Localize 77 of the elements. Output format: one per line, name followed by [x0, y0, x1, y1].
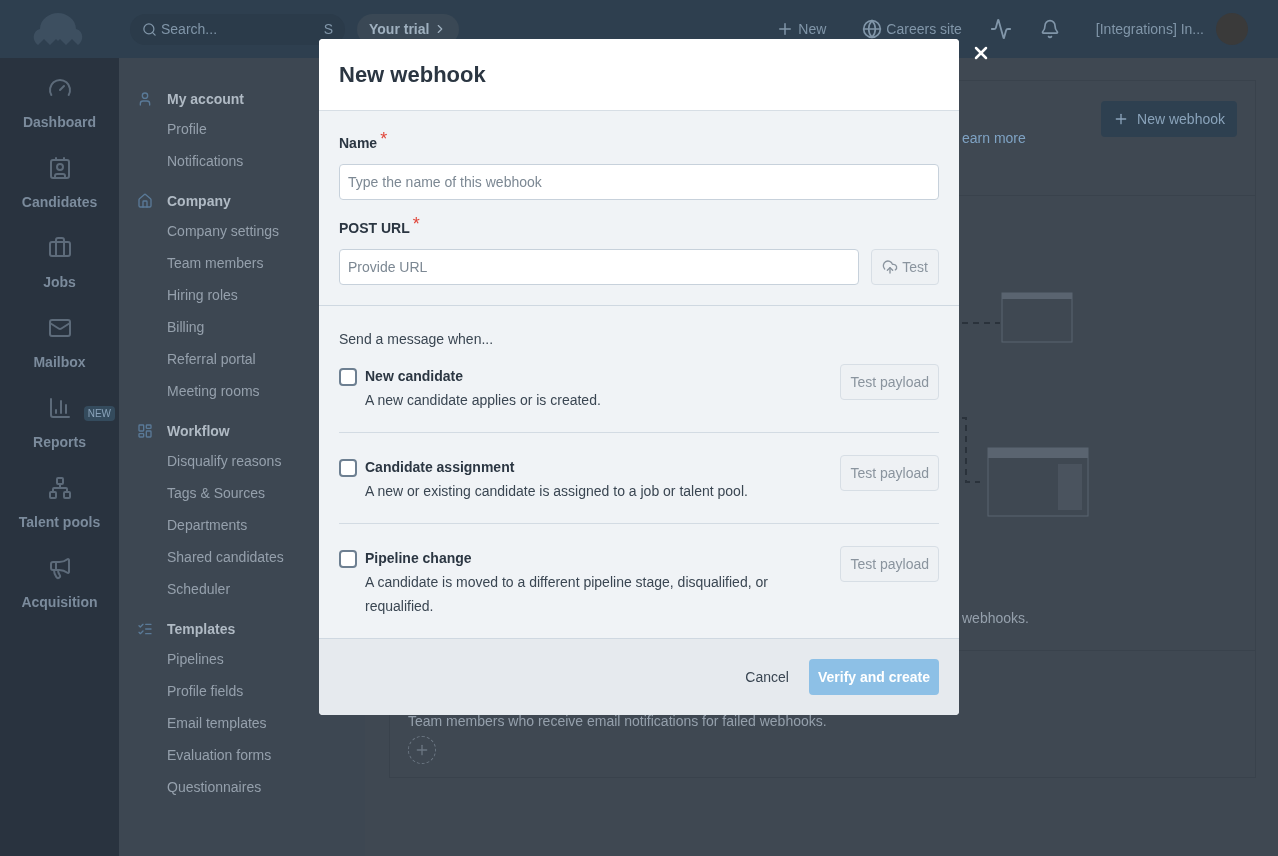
- hierarchy-icon: [47, 476, 72, 500]
- checklist-icon: [137, 621, 153, 637]
- required-asterisk: *: [380, 130, 388, 148]
- event-title: New candidate: [365, 367, 465, 385]
- rail-item[interactable]: Reports: [33, 432, 86, 453]
- nav-heading: Templates: [167, 619, 236, 639]
- nav-item[interactable]: Profile: [167, 118, 207, 140]
- rail-item[interactable]: Mailbox: [33, 352, 86, 373]
- rail-item[interactable]: Acquisition: [21, 592, 98, 613]
- megaphone-icon: [47, 556, 72, 580]
- nav-item[interactable]: Company settings: [167, 220, 280, 242]
- learn-more-link[interactable]: earn more: [962, 128, 1026, 149]
- briefcase-icon: [47, 236, 72, 260]
- test-payload-button[interactable]: Test payload: [840, 455, 939, 491]
- notify-text: Team members who receive email notifications for failed webhooks.: [408, 712, 828, 731]
- nav-item[interactable]: Email templates: [167, 712, 267, 734]
- globe-icon: [862, 19, 883, 39]
- nav-item[interactable]: Team members: [167, 252, 264, 274]
- rail-item[interactable]: Candidates: [21, 192, 98, 213]
- shortcut-key: S: [323, 18, 333, 40]
- text-field[interactable]: Type the name of this webhook: [339, 164, 939, 200]
- dashboard-icon: [137, 423, 153, 439]
- event-description: A new candidate applies or is created.: [365, 391, 602, 410]
- required-asterisk: *: [412, 215, 420, 233]
- bell-icon[interactable]: [1039, 19, 1060, 39]
- nav-item[interactable]: Disqualify reasons: [167, 450, 282, 472]
- rail-item[interactable]: Dashboard: [22, 112, 97, 133]
- checkbox[interactable]: [339, 459, 357, 477]
- rail-item[interactable]: Talent pools: [18, 512, 101, 533]
- text-field[interactable]: Provide URL: [339, 249, 859, 285]
- search-icon: [142, 21, 157, 37]
- house-icon: [137, 193, 153, 209]
- nav-item[interactable]: Scheduler: [167, 578, 231, 600]
- careers-site-link[interactable]: Careers site: [862, 18, 962, 40]
- test-payload-button[interactable]: Test payload: [840, 364, 939, 400]
- new-webhook-button[interactable]: New webhook: [1101, 101, 1237, 137]
- rail-item[interactable]: Jobs: [43, 272, 76, 293]
- new-badge: NEW: [83, 406, 115, 421]
- nav-item[interactable]: Referral portal: [167, 348, 256, 370]
- checkbox[interactable]: [339, 368, 357, 386]
- activity-icon[interactable]: [989, 18, 1012, 40]
- nav-item[interactable]: Tags & Sources: [167, 482, 266, 504]
- nav-item[interactable]: Billing: [167, 316, 205, 338]
- event-description: A new or existing candidate is assigned to a job or talent pool.: [365, 482, 749, 501]
- nav-heading: My account: [167, 89, 244, 109]
- test-button[interactable]: Test: [871, 249, 939, 285]
- nav-heading: Company: [167, 191, 231, 211]
- empty-state-text: webhooks.: [962, 609, 1029, 628]
- nav-item[interactable]: Evaluation forms: [167, 744, 272, 766]
- contact-card-icon: [47, 156, 72, 180]
- nav-item[interactable]: Profile fields: [167, 680, 244, 702]
- cancel-button[interactable]: Cancel: [745, 666, 789, 688]
- test-payload-button[interactable]: Test payload: [840, 546, 939, 582]
- account-menu[interactable]: [Integrations] In...: [1095, 18, 1204, 40]
- bar-chart-icon: [47, 396, 72, 420]
- field-label: Name: [339, 134, 378, 152]
- nav-item[interactable]: Questionnaires: [167, 776, 262, 798]
- event-title: Candidate assignment: [365, 458, 516, 476]
- event-description: A candidate is moved to a different pipeline stage, disqualified, or requalified.: [365, 573, 769, 616]
- nav-heading: Workflow: [167, 421, 230, 441]
- new-button[interactable]: New: [776, 18, 827, 40]
- person-icon: [137, 91, 153, 107]
- nav-item[interactable]: Meeting rooms: [167, 380, 260, 402]
- nav-item[interactable]: Notifications: [167, 150, 244, 172]
- dialog-title: New webhook: [339, 61, 486, 89]
- events-heading: Send a message when...: [339, 331, 495, 347]
- envelope-icon: [47, 316, 72, 340]
- nav-item[interactable]: Hiring roles: [167, 284, 238, 306]
- checkbox[interactable]: [339, 550, 357, 568]
- cloud-upload-icon: [882, 259, 899, 275]
- nav-item[interactable]: Shared candidates: [167, 546, 284, 568]
- event-title: Pipeline change: [365, 549, 473, 567]
- nav-item[interactable]: Pipelines: [167, 648, 224, 670]
- search-field[interactable]: Search... S: [130, 13, 345, 45]
- field-label: POST URL: [339, 219, 410, 237]
- plus-icon: [414, 742, 430, 758]
- nav-item[interactable]: Departments: [167, 514, 248, 536]
